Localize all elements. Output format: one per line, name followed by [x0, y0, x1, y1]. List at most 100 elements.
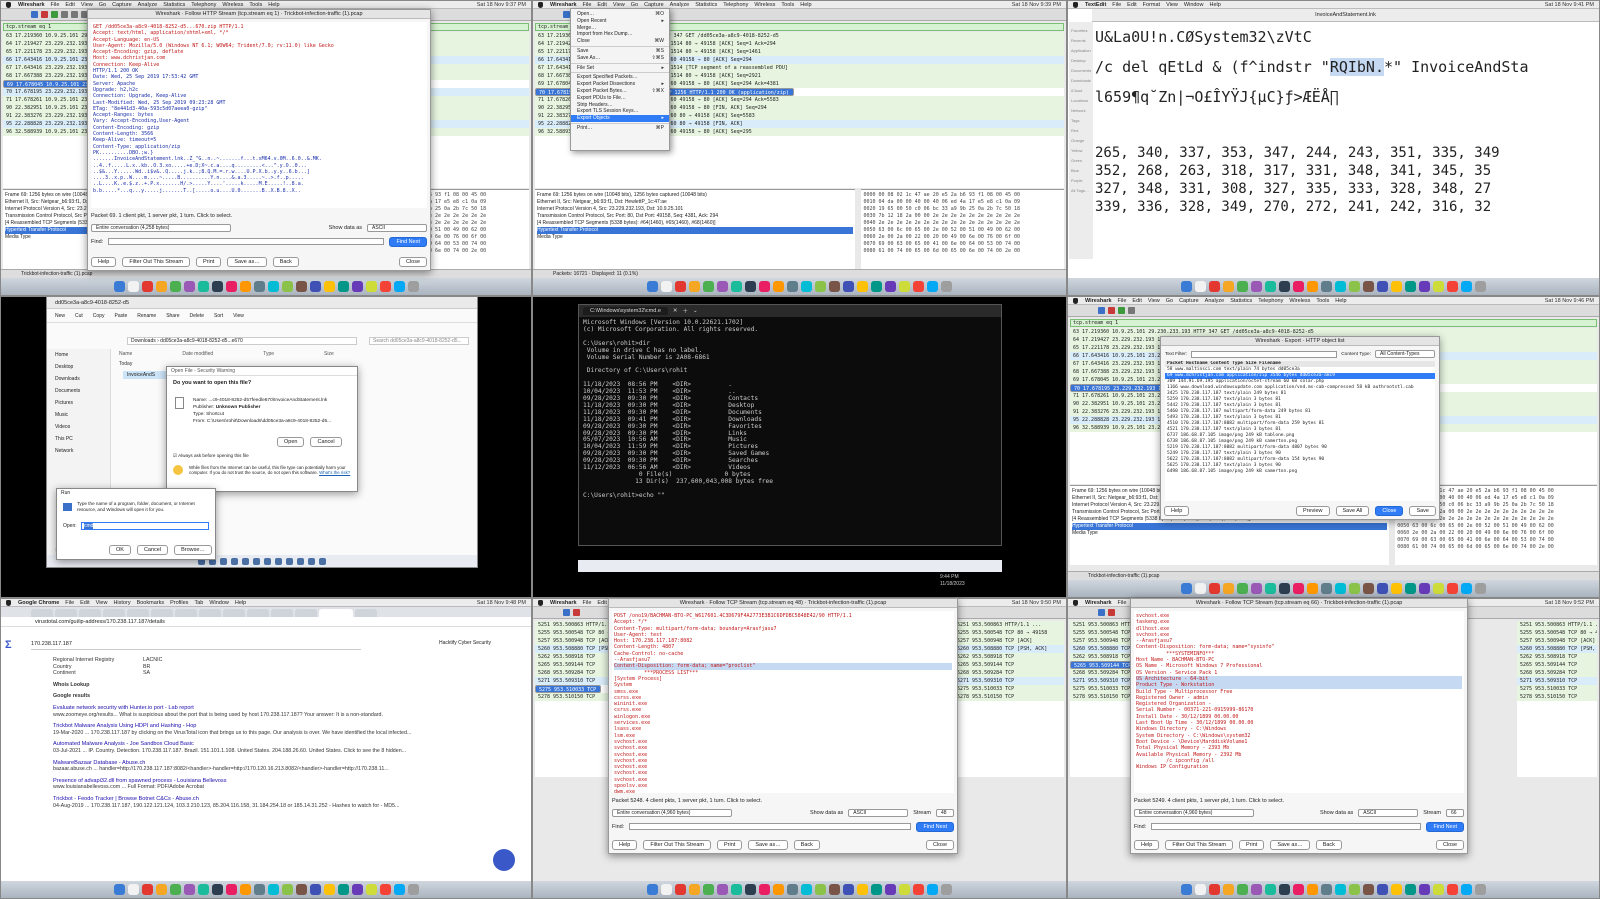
textedit-document[interactable]: U&La0U!n.CØSystem32\zVtC /c del qEtLd & …: [1095, 22, 1565, 259]
menu-item[interactable]: Export PDUs to File…: [571, 95, 669, 102]
dock-app-icon[interactable]: [1307, 583, 1318, 594]
dock-app-icon[interactable]: [323, 884, 335, 895]
file-menu-dropdown[interactable]: Open… ⌘O Open Recent ▸ Merge… Import from Hex…: [570, 8, 670, 151]
new-tab-icon[interactable]: ＋: [683, 307, 689, 315]
apple-icon[interactable]: [538, 1, 543, 8]
detail-row[interactable]: Media Type: [1072, 530, 1387, 537]
http-object-table[interactable]: Packet Hostname Content Type Size Filena…: [1165, 361, 1435, 501]
dock-app-icon[interactable]: [1293, 884, 1304, 895]
dock-app-icon[interactable]: [1251, 281, 1262, 292]
menubar-item[interactable]: Capture: [112, 2, 132, 8]
dock-app-icon[interactable]: [225, 281, 237, 292]
dock-app-icon[interactable]: [1195, 281, 1206, 292]
dock-app-icon[interactable]: [1307, 884, 1318, 895]
detail-row[interactable]: [4 Reassembled TCP Segments (5338 bytes)…: [537, 220, 853, 227]
menubar-item[interactable]: Capture: [1179, 298, 1199, 304]
dock-app-icon[interactable]: [393, 884, 405, 895]
dock-app-icon[interactable]: [197, 281, 209, 292]
hex-row[interactable]: 0000 00 08 02 1c 47 ae 20 e5 2a b6 93 f1…: [863, 192, 1062, 199]
menubar-item[interactable]: Analyze: [138, 2, 158, 8]
sidebar-item[interactable]: Downloads: [1071, 76, 1091, 86]
dock-app-icon[interactable]: [675, 281, 686, 292]
dock-app-icon[interactable]: [337, 884, 349, 895]
dock-app-icon[interactable]: [1279, 583, 1290, 594]
menubar-item[interactable]: Edit: [1127, 2, 1136, 8]
packet-list-right[interactable]: 5251 953.500863 HTTP/1.1 ... 5255 953.500…: [1517, 621, 1597, 777]
dock-app-icon[interactable]: [871, 281, 882, 292]
risk-link[interactable]: What's the risk?: [319, 470, 350, 475]
dock-app-icon[interactable]: [393, 281, 405, 292]
dock-app-icon[interactable]: [365, 281, 377, 292]
menubar-item[interactable]: Telephony: [1258, 298, 1283, 304]
dock-app-icon[interactable]: [365, 884, 377, 895]
dock-app-icon[interactable]: [773, 281, 784, 292]
menu-item[interactable]: Export Packet Bytes… ⇧⌘X: [571, 88, 669, 95]
dock-app-icon[interactable]: [1181, 281, 1192, 292]
stop-capture-icon[interactable]: [573, 609, 580, 616]
dock-app-icon[interactable]: [323, 281, 335, 292]
dock-app-icon[interactable]: [1335, 884, 1346, 895]
menu-item[interactable]: Open… ⌘O: [571, 11, 669, 18]
dock-app-icon[interactable]: [351, 281, 363, 292]
stop-capture-icon[interactable]: [1108, 307, 1115, 314]
packet-row[interactable]: 5262 953.508918 TCP: [1517, 653, 1597, 661]
dock-app-icon[interactable]: [661, 884, 672, 895]
menubar-item[interactable]: Wireshark: [550, 2, 577, 8]
dock-app-icon[interactable]: [703, 281, 714, 292]
menubar-item[interactable]: Go: [99, 2, 106, 8]
dock-app-icon[interactable]: [675, 884, 686, 895]
dock-app-icon[interactable]: [1223, 281, 1234, 292]
nav-item[interactable]: This PC: [55, 433, 110, 445]
dock-app-icon[interactable]: [1349, 281, 1360, 292]
run-ok-button[interactable]: OK: [109, 545, 131, 555]
filter-out-button[interactable]: Filter Out This Stream: [1165, 839, 1234, 850]
packet-row[interactable]: 5251 953.500863 HTTP/1.1 ...: [1517, 621, 1597, 629]
browser-tab[interactable]: [103, 609, 125, 617]
explorer-toolbar-item[interactable]: New: [55, 313, 65, 319]
sidebar-item[interactable]: Green: [1071, 156, 1091, 166]
menubar-item[interactable]: Tools: [781, 2, 794, 8]
run-cancel-button[interactable]: Cancel: [136, 545, 169, 555]
menubar-item[interactable]: File: [1112, 2, 1121, 8]
menu-item[interactable]: Export Objects ▸: [571, 115, 669, 122]
dock-app-icon[interactable]: [1279, 884, 1290, 895]
hex-row[interactable]: 0080 61 00 74 00 65 00 6d 00 65 00 6e 00…: [863, 248, 1062, 255]
dock-app-icon[interactable]: [379, 281, 391, 292]
dock-app-icon[interactable]: [857, 884, 868, 895]
hex-row[interactable]: 0020 19 65 00 50 c0 06 bc 33 a9 9b 25 0a…: [863, 206, 1062, 213]
sidebar-item[interactable]: Blue: [1071, 166, 1091, 176]
dock-app-icon[interactable]: [1209, 884, 1220, 895]
explorer-toolbar-item[interactable]: Share: [166, 313, 179, 319]
menubar-item[interactable]: Statistics: [163, 2, 185, 8]
dock-app-icon[interactable]: [1377, 583, 1388, 594]
sidebar-item[interactable]: Network: [1071, 106, 1091, 116]
dock-app-icon[interactable]: [239, 281, 251, 292]
taskbar-app-icon[interactable]: [308, 557, 315, 565]
taskbar-app-icon[interactable]: [319, 557, 326, 565]
explorer-toolbar-item[interactable]: Paste: [114, 313, 127, 319]
menubar-item[interactable]: Wireless: [754, 2, 775, 8]
sidebar-item[interactable]: iCloud: [1071, 86, 1091, 96]
sidebar-item[interactable]: Locations: [1071, 96, 1091, 106]
menubar-item[interactable]: Edit: [65, 2, 74, 8]
dock-app-icon[interactable]: [1405, 583, 1416, 594]
column-header[interactable]: Date modified: [182, 351, 213, 360]
restart-capture-icon[interactable]: [1118, 307, 1125, 314]
dock-app-icon[interactable]: [1447, 884, 1458, 895]
menubar-item[interactable]: Format: [1143, 2, 1160, 8]
dock-app-icon[interactable]: [1321, 884, 1332, 895]
menu-item[interactable]: Export TLS Session Keys…: [571, 108, 669, 115]
dock-app-icon[interactable]: [1265, 884, 1276, 895]
dock-app-icon[interactable]: [689, 281, 700, 292]
dock-app-icon[interactable]: [127, 884, 139, 895]
explorer-columns[interactable]: Name Date modified Type Size: [119, 351, 469, 360]
hex-row[interactable]: 0010 04 da 00 00 40 00 40 06 ed 4a 17 e5…: [863, 199, 1062, 206]
menubar-item[interactable]: Capture: [644, 2, 664, 8]
menubar-item[interactable]: Statistics: [1230, 298, 1252, 304]
nav-item[interactable]: Downloads: [55, 373, 110, 385]
browser-tab[interactable]: [295, 609, 317, 617]
table-row[interactable]: 6498 186.68.87.105 image/png 249 kB same…: [1165, 469, 1435, 475]
menubar-item[interactable]: File: [583, 600, 592, 606]
hex-row[interactable]: 0070 69 00 63 00 65 00 41 00 6e 00 64 00…: [863, 241, 1062, 248]
hex-row[interactable]: 0080 61 00 74 00 65 00 6d 00 65 00 6e 00…: [1397, 544, 1595, 551]
